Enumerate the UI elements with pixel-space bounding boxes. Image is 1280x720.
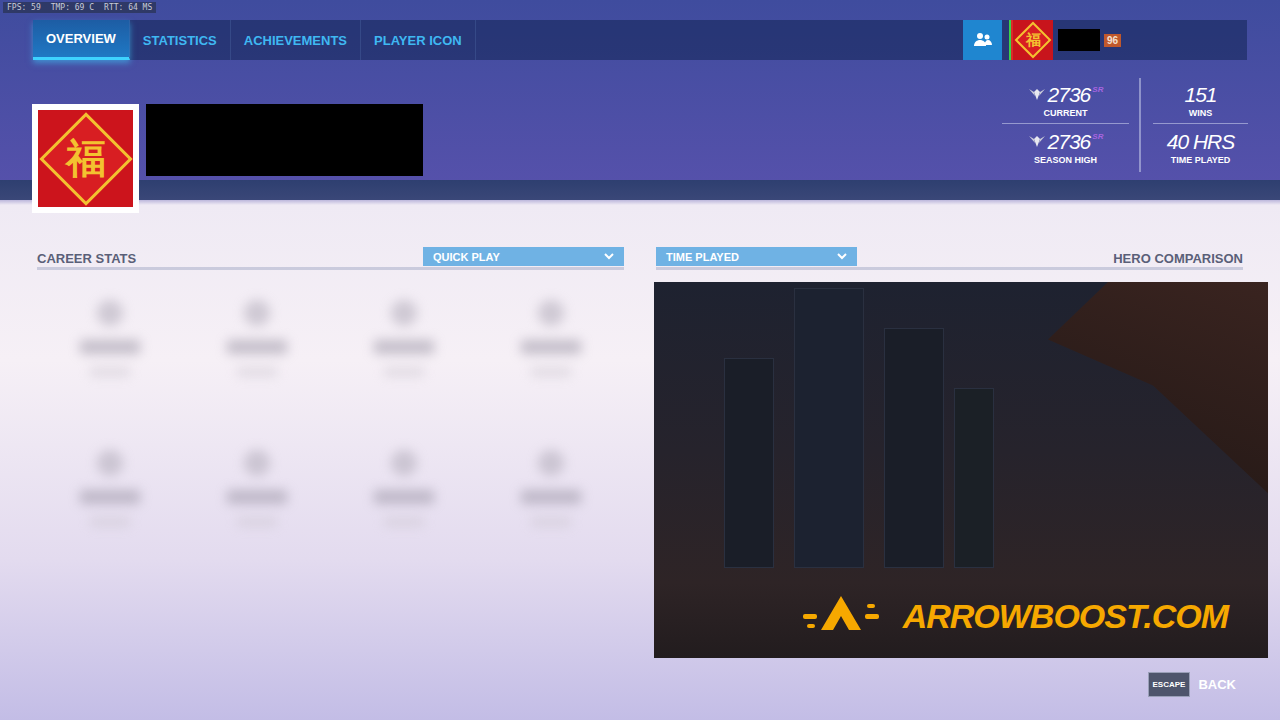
friends-icon — [973, 32, 993, 48]
career-stat-tile — [184, 290, 331, 440]
stat-block: 2736SR CURRENT — [1002, 78, 1129, 124]
debug-reading: RTT: 64 MS — [104, 3, 152, 12]
stat-label: CURRENT — [1044, 108, 1088, 118]
profile-header: 福2736SRCURRENT2736SRSEASON HIGH151WINS40… — [0, 60, 1280, 180]
stats-divider — [1139, 78, 1141, 172]
stat-value: 151 — [1184, 83, 1216, 107]
watermark: ARROWBOOST.COM — [799, 592, 1228, 640]
back-button[interactable]: ESCAPEBACK — [1148, 672, 1236, 697]
career-profile-screen: FPS: 59 TMP: 69 C RTT: 64 MS OVERVIEWSTATIS… — [0, 0, 1280, 720]
background-picture: ARROWBOOST.COM — [654, 282, 1268, 658]
profile-tab-bar: OVERVIEWSTATISTICSACHIEVEMENTSPLAYER ICO… — [33, 20, 1247, 60]
metric-dropdown[interactable]: TIME PLAYED — [656, 247, 857, 266]
arrowboost-logo-icon — [799, 592, 883, 640]
debug-reading: TMP: 69 C — [51, 3, 94, 12]
hero-comparison-title: HERO COMPARISON — [1113, 251, 1243, 266]
profile-tab[interactable]: STATISTICS — [130, 20, 231, 60]
level-badge: 96 — [1104, 34, 1121, 47]
stat-block: 40 HRSTIME PLAYED — [1153, 124, 1248, 170]
hero-comparison-panel: TIME PLAYED HERO COMPARISON ARROWBOOST.COM — [654, 247, 1268, 658]
rank-badge-icon — [1028, 87, 1046, 101]
stat-block: 151WINS — [1153, 78, 1248, 124]
stat-value: 2736 — [1048, 130, 1091, 154]
mode-dropdown[interactable]: QUICK PLAY — [423, 247, 624, 266]
debug-overlay: FPS: 59 TMP: 69 C RTT: 64 MS — [3, 2, 156, 13]
career-stats-panel: CAREER STATS QUICK PLAY — [37, 247, 624, 658]
redacted-player-name — [146, 104, 423, 176]
career-stat-tile — [477, 440, 624, 590]
stat-label: WINS — [1189, 108, 1213, 118]
stat-value: 40 HRS — [1167, 130, 1235, 154]
redacted-name — [1058, 29, 1100, 51]
stat-unit: SR — [1092, 85, 1103, 94]
escape-key: ESCAPE — [1148, 672, 1191, 697]
career-stat-tile — [37, 290, 184, 440]
stats-summary: 2736SRCURRENT2736SRSEASON HIGH151WINS40 … — [1002, 60, 1280, 172]
stat-label: TIME PLAYED — [1171, 155, 1231, 165]
social-button[interactable] — [963, 20, 1002, 60]
stat-label: SEASON HIGH — [1034, 155, 1097, 165]
profile-tab[interactable]: PLAYER ICON — [361, 20, 476, 60]
rank-badge-icon — [1028, 134, 1046, 148]
chevron-down-icon — [837, 253, 847, 260]
pagoda-roof — [988, 282, 1268, 512]
header-band — [0, 180, 1280, 200]
player-icon-small[interactable]: 福 — [1013, 20, 1053, 60]
player-icon: 福 — [32, 104, 139, 213]
career-stat-tile — [184, 440, 331, 590]
career-stat-tile — [477, 290, 624, 440]
career-stat-tile — [37, 440, 184, 590]
stat-value: 2736 — [1048, 83, 1091, 107]
profile-tab[interactable]: ACHIEVEMENTS — [231, 20, 361, 60]
career-stat-tile — [331, 290, 478, 440]
career-stats-title: CAREER STATS — [37, 251, 136, 266]
profile-tab[interactable]: OVERVIEW — [33, 20, 130, 60]
chevron-down-icon — [604, 253, 614, 260]
career-stats-grid — [37, 270, 624, 590]
stat-unit: SR — [1092, 132, 1103, 141]
stat-block: 2736SR SEASON HIGH — [1002, 124, 1129, 170]
debug-reading: FPS: 59 — [7, 3, 41, 12]
career-stat-tile — [331, 440, 478, 590]
